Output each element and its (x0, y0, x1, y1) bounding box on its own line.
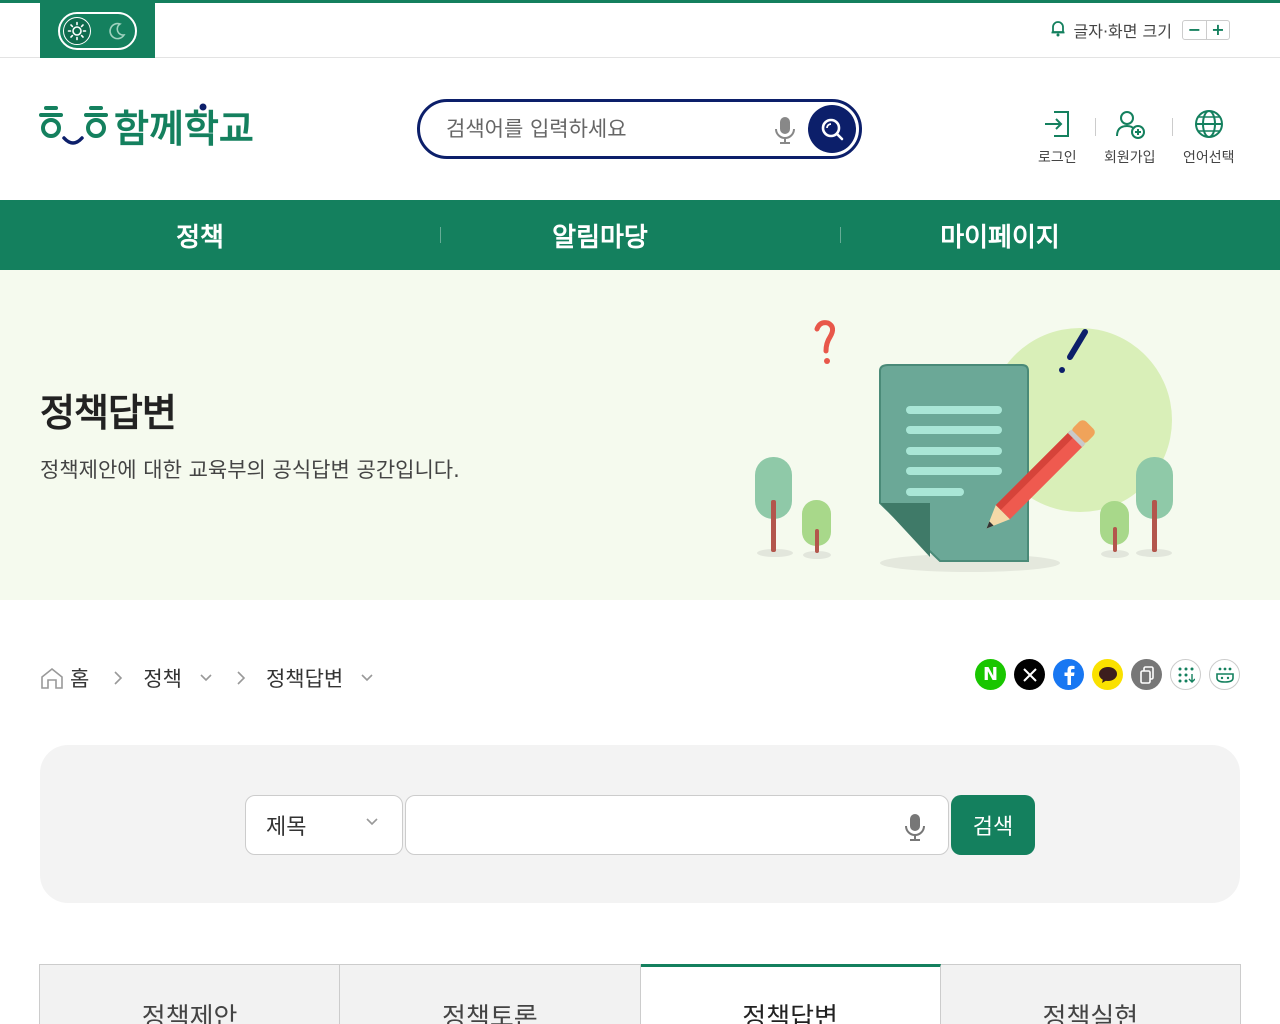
document-pencil-illustration (755, 320, 1173, 572)
breadcrumb-home[interactable]: 홈 (40, 663, 89, 693)
logo-mark: 함께학교 (39, 103, 254, 151)
breadcrumb-level2[interactable]: 정책답변 (266, 663, 373, 693)
tab-policy-answer[interactable]: 정책답변 (640, 964, 941, 1024)
font-size-control: 글자·화면 크기 − + (1048, 18, 1230, 42)
nav-divider (440, 227, 441, 243)
breadcrumb-level1-label: 정책 (143, 667, 182, 691)
chevron-down-icon (200, 674, 212, 682)
page-banner: 정책답변 정책제안에 대한 교육부의 공식답변 공간입니다. (0, 270, 1280, 600)
tab-policy-implementation[interactable]: 정책실현 (940, 964, 1241, 1024)
print-share-button[interactable] (1209, 659, 1240, 690)
page-description: 정책제안에 대한 교육부의 공식답변 공간입니다. (40, 458, 460, 482)
board-search-box: 제목 검색 (40, 745, 1240, 903)
login-link[interactable]: 로그인 (1038, 105, 1077, 167)
naver-icon: N (982, 664, 999, 685)
microphone-icon[interactable] (904, 812, 926, 846)
main-navigation: 정책 알림마당 마이페이지 (0, 200, 1280, 270)
facebook-share-button[interactable] (1053, 659, 1084, 690)
search-submit-button[interactable]: 검색 (951, 795, 1035, 855)
font-size-increase-button[interactable]: + (1206, 21, 1229, 39)
share-buttons: N (975, 659, 1240, 690)
global-search-button[interactable] (808, 105, 856, 153)
theme-switch-area (40, 3, 155, 58)
breadcrumb-level2-label: 정책답변 (265, 667, 344, 691)
header-divider (1095, 118, 1096, 136)
search-type-select[interactable]: 제목 (245, 795, 403, 855)
keyword-input[interactable] (405, 795, 949, 855)
globe-icon (1192, 105, 1226, 143)
kakao-share-button[interactable] (1092, 659, 1123, 690)
breadcrumb-level1[interactable]: 정책 (143, 663, 212, 693)
chevron-right-icon (236, 670, 246, 686)
copy-link-button[interactable] (1131, 659, 1162, 690)
dots-grid-icon (1178, 667, 1195, 683)
language-label: 언어선택 (1183, 150, 1235, 166)
signup-link[interactable]: 회원가입 (1104, 105, 1156, 167)
nav-item-mypage[interactable]: 마이페이지 (800, 200, 1200, 270)
facebook-icon (1064, 665, 1074, 685)
printer-icon (1215, 667, 1234, 683)
kakao-icon (1098, 666, 1117, 683)
sun-icon[interactable] (63, 17, 91, 45)
nav-item-notice[interactable]: 알림마당 (400, 200, 800, 270)
search-type-value: 제목 (266, 815, 307, 840)
search-icon (821, 118, 844, 141)
nav-item-policy[interactable]: 정책 (0, 200, 400, 270)
x-icon (1022, 667, 1037, 682)
add-user-icon (1113, 105, 1147, 143)
header-divider (1172, 118, 1173, 136)
login-icon (1040, 105, 1074, 143)
qr-share-button[interactable] (1170, 659, 1201, 690)
login-label: 로그인 (1038, 150, 1077, 166)
global-search-input[interactable] (446, 114, 746, 144)
breadcrumb-home-label: 홈 (70, 667, 90, 691)
tab-policy-proposal[interactable]: 정책제안 (40, 964, 341, 1024)
utility-bar: 글자·화면 크기 − + (0, 3, 1280, 58)
policy-tabs: 정책제안 정책토론 정책답변 정책실현 (39, 964, 1241, 1024)
chevron-down-icon (361, 674, 373, 682)
home-icon (41, 667, 63, 689)
breadcrumb: 홈 정책 정책답변 (40, 662, 373, 694)
global-search (417, 99, 862, 159)
logo-text: 함께학교 (114, 107, 254, 151)
naver-share-button[interactable]: N (975, 659, 1006, 690)
page-title: 정책답변 (40, 391, 177, 435)
chevron-right-icon (113, 670, 123, 686)
moon-icon[interactable] (106, 20, 128, 42)
logo[interactable]: 함께학교 (38, 98, 264, 156)
theme-toggle[interactable] (58, 12, 137, 50)
copy-icon (1139, 665, 1154, 684)
microphone-icon[interactable] (774, 115, 796, 149)
tab-policy-discussion[interactable]: 정책토론 (340, 964, 641, 1024)
nav-divider (840, 227, 841, 243)
font-size-label: 글자·화면 크기 (1073, 22, 1173, 41)
language-select[interactable]: 언어선택 (1183, 105, 1235, 167)
bell-icon (1048, 18, 1068, 42)
chevron-down-icon (366, 818, 378, 826)
font-size-buttons: − + (1182, 20, 1230, 40)
x-share-button[interactable] (1014, 659, 1045, 690)
signup-label: 회원가입 (1104, 150, 1156, 166)
font-size-decrease-button[interactable]: − (1183, 21, 1206, 39)
